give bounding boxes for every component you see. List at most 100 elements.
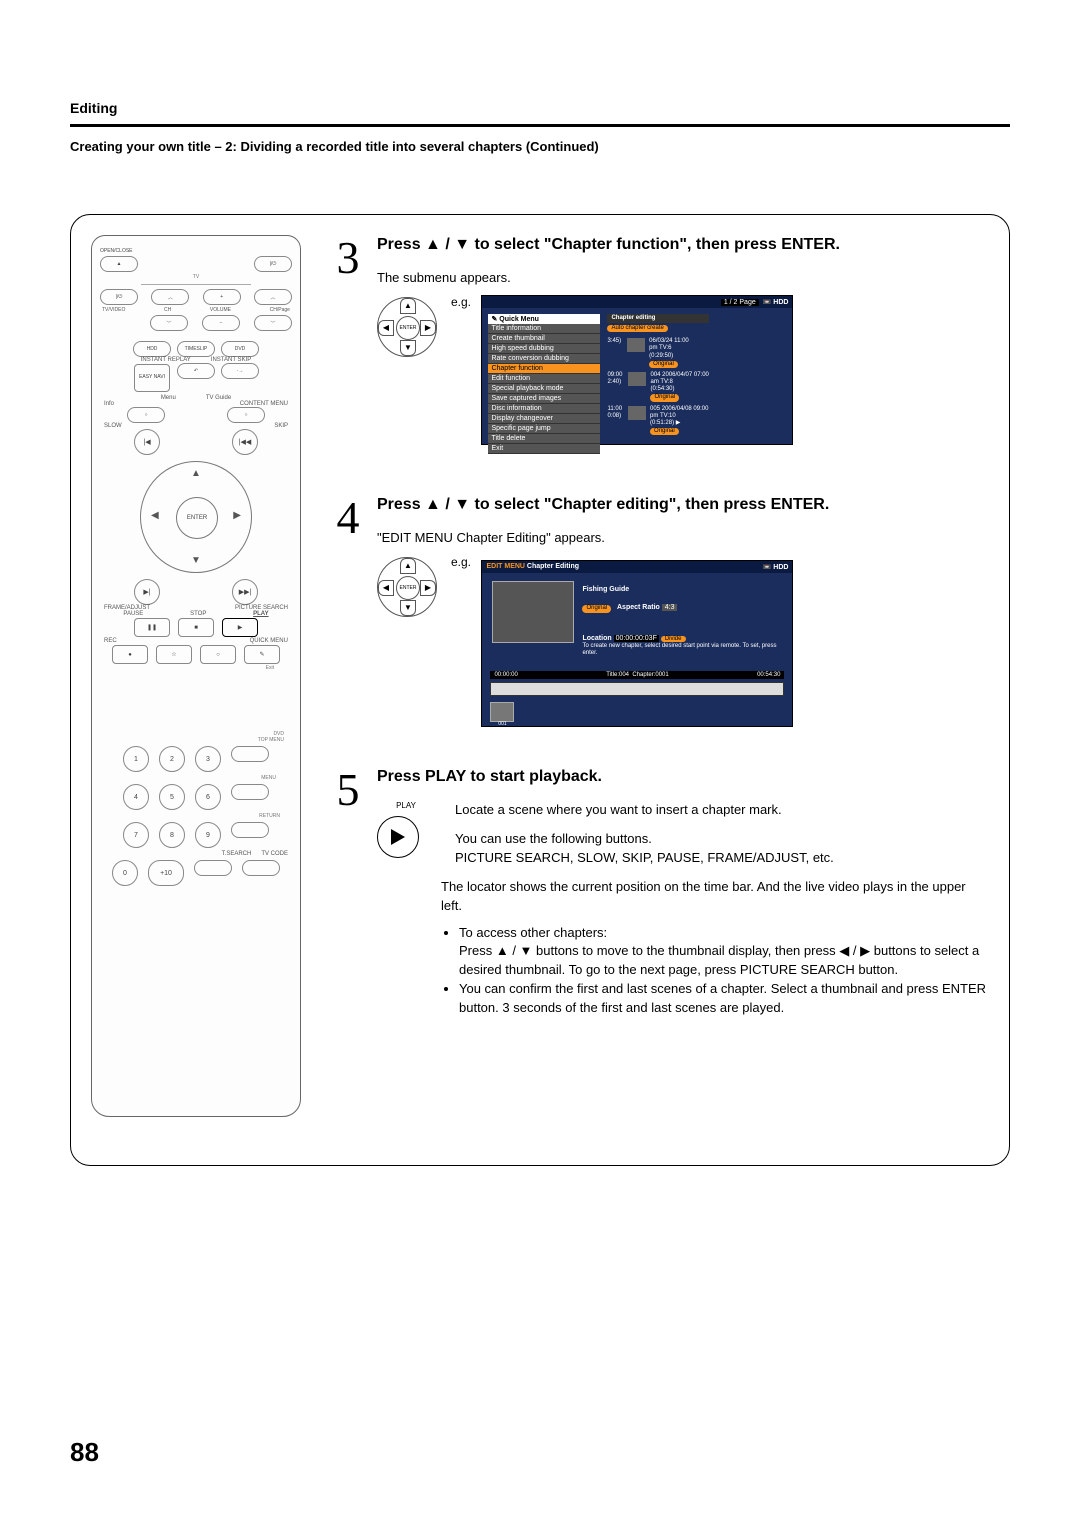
play-label: PLAY xyxy=(377,801,435,810)
o-button: ○ xyxy=(200,645,236,664)
stop-button: ■ xyxy=(178,618,214,637)
enter-button: ENTER xyxy=(176,497,218,539)
label-tvcode: TV CODE xyxy=(261,851,288,857)
label-dvdtop: DVD TOP MENU xyxy=(100,731,292,743)
power-button: |/⏻ xyxy=(254,256,292,272)
return-button xyxy=(231,822,269,838)
timeslip-button: TIMESLIP xyxy=(177,341,215,357)
dvd-button: DVD xyxy=(221,341,259,357)
step5-p2: You can use the following buttons. xyxy=(455,830,834,849)
replay-button: ↶ xyxy=(177,363,215,379)
num5: 5 xyxy=(159,784,185,810)
star-button: ☆ xyxy=(156,645,192,664)
num3: 3 xyxy=(195,746,221,772)
step5-p3: PICTURE SEARCH, SLOW, SKIP, PAUSE, FRAME… xyxy=(455,849,834,868)
step-number-5: 5 xyxy=(331,767,365,1026)
tvcode-button xyxy=(242,860,280,876)
step5-bullet2: You can confirm the first and last scene… xyxy=(459,980,989,1018)
step-3: 3 Press ▲ / ▼ to select "Chapter functio… xyxy=(331,235,989,455)
label-quickmenu: QUICK MENU xyxy=(250,638,288,644)
label-play: PLAY xyxy=(253,611,268,617)
label-pause: PAUSE xyxy=(123,611,143,617)
label-ch: CH xyxy=(164,307,171,313)
hdd-button: HDD xyxy=(133,341,171,357)
label-info: Info xyxy=(104,401,114,407)
num6: 6 xyxy=(195,784,221,810)
step4-sub: "EDIT MENU Chapter Editing" appears. xyxy=(377,530,989,545)
dvdtopmenu-button xyxy=(231,746,269,762)
slow-rev: |◀ xyxy=(134,429,160,455)
tv-power: |/⏻ xyxy=(100,289,138,305)
minus-button: − xyxy=(202,315,240,331)
slow-fwd: ▶| xyxy=(134,579,160,605)
label-tvguide: TV Guide xyxy=(206,395,231,401)
eg-label: e.g. xyxy=(451,295,471,309)
pause-button: ❚❚ xyxy=(134,618,170,637)
num0: 0 xyxy=(112,860,138,886)
label-menu2: MENU xyxy=(100,775,292,781)
tv-label: TV xyxy=(100,274,292,280)
menu-button xyxy=(231,784,269,800)
dpad: ▲ ▼ ◀ ▶ ENTER xyxy=(140,461,252,573)
down-button: ﹀ xyxy=(150,315,188,331)
num7: 7 xyxy=(123,822,149,848)
info-button: ○ xyxy=(127,407,165,423)
down2-button: ﹀ xyxy=(254,315,292,331)
enter-icon: ENTER xyxy=(396,576,420,600)
tsearch-button xyxy=(194,860,232,876)
label-rec: REC xyxy=(104,638,117,644)
page-subtitle: Creating your own title – 2: Dividing a … xyxy=(70,139,1010,154)
num8: 8 xyxy=(159,822,185,848)
step-number-4: 4 xyxy=(331,495,365,727)
label-slow: SLOW xyxy=(104,423,122,429)
skip-fwd: ▶▶| xyxy=(232,579,258,605)
step-5: 5 Press PLAY to start playback. PLAY Loc… xyxy=(331,767,989,1026)
play-icon xyxy=(377,816,419,858)
contentmenu-button: ○ xyxy=(227,407,265,423)
num4: 4 xyxy=(123,784,149,810)
label-volume: VOLUME xyxy=(210,307,231,313)
play-button: ▶ xyxy=(222,618,258,637)
enter-icon: ENTER xyxy=(396,316,420,340)
step5-p1: Locate a scene where you want to insert … xyxy=(455,801,834,820)
step5-bullet1: To access other chapters: Press ▲ / ▼ bu… xyxy=(459,924,989,981)
step3-sub: The submenu appears. xyxy=(377,270,989,285)
label-tsearch: T.SEARCH xyxy=(222,851,252,857)
remote-control-diagram: OPEN/CLOSE ▲ |/⏻ TV |/⏻ ︿ + ︿ TV/VIDEO CH… xyxy=(91,235,301,1117)
eject-button: ▲ xyxy=(100,256,138,272)
step-number-3: 3 xyxy=(331,235,365,455)
num2: 2 xyxy=(159,746,185,772)
quickmenu-screenshot: 1 / 2 Page 📼 HDD ✎ Quick Menu Title info… xyxy=(481,295,793,445)
rec-button: ● xyxy=(112,645,148,664)
plus-button: + xyxy=(203,289,241,305)
step5-p4: The locator shows the current position o… xyxy=(441,878,989,916)
step4-heading: Press ▲ / ▼ to select "Chapter editing",… xyxy=(377,495,989,516)
label-return: RETURN xyxy=(100,813,292,819)
label-skip: SKIP xyxy=(274,423,288,429)
skip-back: |◀◀ xyxy=(232,429,258,455)
easynavi-button: EASY NAVI xyxy=(134,364,170,392)
divider xyxy=(70,124,1010,127)
quickmenu-button: ✎ xyxy=(244,645,280,664)
step5-heading: Press PLAY to start playback. xyxy=(377,767,989,788)
up-button: ︿ xyxy=(151,289,189,305)
page-number: 88 xyxy=(70,1437,99,1468)
section-header: Editing xyxy=(70,100,1010,116)
num10: +10 xyxy=(148,860,184,886)
skip-button: ·→ xyxy=(221,363,259,379)
label-menu: Menu xyxy=(161,395,176,401)
label-stop: STOP xyxy=(190,611,206,617)
step3-heading: Press ▲ / ▼ to select "Chapter function"… xyxy=(377,235,989,256)
up2-button: ︿ xyxy=(254,289,292,305)
dpad-icon: ▲▼◀▶ ENTER xyxy=(377,557,437,617)
num1: 1 xyxy=(123,746,149,772)
eg-label: e.g. xyxy=(451,555,471,569)
dpad-icon: ▲▼◀▶ ENTER xyxy=(377,297,437,357)
content-frame: OPEN/CLOSE ▲ |/⏻ TV |/⏻ ︿ + ︿ TV/VIDEO CH… xyxy=(70,214,1010,1166)
label-chpage: CH/Page xyxy=(270,307,290,313)
label-openclose: OPEN/CLOSE xyxy=(100,248,133,254)
edit-menu-screenshot: EDIT MENU Chapter Editing 📼 HDD Fishing … xyxy=(481,560,793,727)
step-4: 4 Press ▲ / ▼ to select "Chapter editing… xyxy=(331,495,989,727)
num9: 9 xyxy=(195,822,221,848)
label-tvvideo: TV/VIDEO xyxy=(102,307,125,313)
